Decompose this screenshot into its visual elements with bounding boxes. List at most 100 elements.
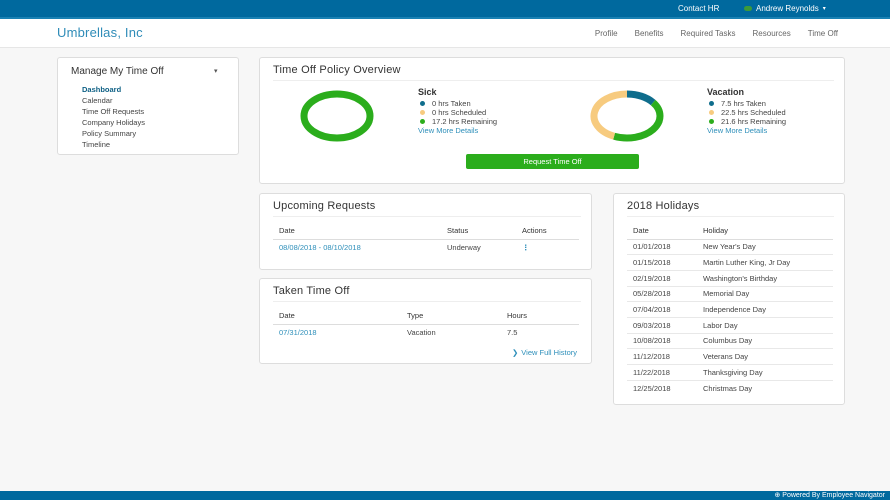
donut-segment-remaining (613, 99, 664, 142)
table-row: 02/19/2018 Washington's Birthday (627, 270, 833, 287)
panel-title: Upcoming Requests (273, 200, 376, 212)
sidebar-item-dashboard[interactable]: Dashboard (82, 84, 145, 95)
holiday-name: Christmas Day (703, 383, 753, 393)
table-row: 12/25/2018 Christmas Day (627, 380, 833, 396)
holiday-date: 09/03/2018 (627, 317, 697, 334)
holiday-name: Thanksgiving Day (697, 364, 833, 381)
table-row: 08/08/2018 - 08/10/2018 Underway ⋮ (273, 239, 579, 255)
user-menu[interactable]: Andrew Reynolds ▾ (744, 4, 826, 13)
holiday-date: 05/28/2018 (627, 286, 697, 303)
sick-legend: Sick 0 hrs Taken 0 hrs Scheduled 17.2 hr… (418, 87, 497, 135)
view-full-history-link[interactable]: ❯ View Full History (512, 348, 577, 357)
column-header: Hours (501, 307, 579, 325)
vacation-donut-chart (590, 90, 664, 142)
column-header: Status (441, 222, 516, 240)
column-header: Date (273, 307, 401, 325)
policy-overview-panel: Time Off Policy Overview Sick 0 hrs Take… (259, 57, 845, 184)
table-row: 05/28/2018 Memorial Day (627, 286, 833, 303)
sidebar-item-company-holidays[interactable]: Company Holidays (82, 117, 145, 128)
nav-item-required-tasks[interactable]: Required Tasks (681, 29, 736, 38)
divider (273, 216, 581, 217)
holiday-date: 07/04/2018 (627, 301, 697, 318)
holiday-name: Columbus Day (697, 333, 833, 350)
holiday-date: 01/15/2018 (627, 254, 697, 271)
upcoming-requests-panel: Upcoming Requests Date Status Actions 08… (259, 193, 592, 270)
company-brand[interactable]: Umbrellas, Inc (57, 25, 143, 40)
sidebar-menu: Dashboard Calendar Time Off Requests Com… (82, 84, 145, 150)
table-row: 09/03/2018 Labor Day (627, 317, 833, 334)
chevron-down-icon[interactable]: ▾ (214, 67, 218, 75)
holiday-name: Washington's Birthday (697, 270, 833, 287)
divider (627, 216, 834, 217)
user-name: Andrew Reynolds (756, 4, 819, 13)
donut-segment-scheduled (590, 90, 628, 140)
request-status: Underway (447, 242, 481, 252)
legend-taken: 7.5 hrs Taken (707, 99, 786, 108)
legend-taken: 0 hrs Taken (418, 99, 497, 108)
column-header: Date (627, 222, 697, 240)
time-off-sidebar: Manage My Time Off ▾ Dashboard Calendar … (57, 57, 239, 155)
column-header: Actions (516, 222, 579, 240)
taken-date-link[interactable]: 07/31/2018 (273, 324, 401, 340)
legend-remaining: 21.6 hrs Remaining (707, 117, 786, 126)
remaining-dot-icon (709, 119, 714, 124)
sidebar-item-policy-summary[interactable]: Policy Summary (82, 128, 145, 139)
table-header-row: Date Type Hours (273, 307, 579, 325)
donut-segment-remaining (300, 90, 374, 142)
panel-title: Time Off Policy Overview (273, 64, 401, 76)
scheduled-dot-icon (420, 110, 425, 115)
view-more-details-link[interactable]: View More Details (707, 126, 786, 135)
holiday-name: Veterans Day (697, 348, 833, 365)
sidebar-item-timeline[interactable]: Timeline (82, 139, 145, 150)
request-time-off-button[interactable]: Request Time Off (466, 154, 639, 169)
scheduled-label: 22.5 hrs Scheduled (721, 108, 786, 117)
holiday-name: Martin Luther King, Jr Day (697, 254, 833, 271)
policy-name: Sick (418, 87, 437, 97)
divider (273, 301, 581, 302)
sidebar-item-time-off-requests[interactable]: Time Off Requests (82, 106, 145, 117)
taken-dot-icon (709, 101, 714, 106)
holiday-date: 12/25/2018 (633, 383, 671, 393)
table-row: 11/12/2018 Veterans Day (627, 348, 833, 365)
table-row: 10/08/2018 Columbus Day (627, 333, 833, 350)
sidebar-title[interactable]: Manage My Time Off (71, 66, 164, 77)
scheduled-dot-icon (709, 110, 714, 115)
powered-by-link[interactable]: ⊕ Powered By Employee Navigator (774, 491, 885, 499)
table-header-row: Date Holiday (627, 222, 833, 240)
vacation-legend: Vacation 7.5 hrs Taken 22.5 hrs Schedule… (707, 87, 786, 135)
legend-scheduled: 0 hrs Scheduled (418, 108, 497, 117)
more-actions-icon[interactable]: ⋮ (522, 243, 530, 252)
nav-item-resources[interactable]: Resources (753, 29, 791, 38)
chevron-right-icon: ❯ (511, 348, 519, 357)
holiday-date: 02/19/2018 (627, 270, 697, 287)
nav-item-profile[interactable]: Profile (595, 29, 618, 38)
holidays-table: Date Holiday 01/01/2018 New Year's Day 01/… (627, 222, 833, 396)
table-row: 01/15/2018 Martin Luther King, Jr Day (627, 254, 833, 271)
holiday-name: Independence Day (697, 301, 833, 318)
scheduled-label: 0 hrs Scheduled (432, 108, 487, 117)
top-bar: Contact HR Andrew Reynolds ▾ (0, 0, 890, 19)
holiday-date: 11/22/2018 (627, 364, 697, 381)
contact-hr-link[interactable]: Contact HR (678, 4, 719, 13)
upcoming-requests-table: Date Status Actions 08/08/2018 - 08/10/2… (273, 222, 579, 255)
nav-item-benefits[interactable]: Benefits (635, 29, 664, 38)
holiday-date: 11/12/2018 (627, 348, 697, 365)
request-date-link[interactable]: 08/08/2018 - 08/10/2018 (273, 239, 441, 255)
taken-time-off-panel: Taken Time Off Date Type Hours 07/31/201… (259, 278, 592, 364)
taken-dot-icon (420, 101, 425, 106)
legend-remaining: 17.2 hrs Remaining (418, 117, 497, 126)
table-header-row: Date Status Actions (273, 222, 579, 240)
holiday-name: New Year's Day (697, 239, 833, 256)
remaining-dot-icon (420, 119, 425, 124)
chevron-down-icon: ▾ (822, 6, 826, 12)
holiday-name: Labor Day (697, 317, 833, 334)
table-row: 01/01/2018 New Year's Day (627, 239, 833, 256)
panel-title: Taken Time Off (273, 285, 350, 297)
nav-item-time-off[interactable]: Time Off (808, 29, 838, 38)
sidebar-item-calendar[interactable]: Calendar (82, 95, 145, 106)
taken-label: 7.5 hrs Taken (721, 99, 766, 108)
remaining-label: 17.2 hrs Remaining (432, 117, 498, 126)
taken-time-off-table: Date Type Hours 07/31/2018 Vacation 7.5 (273, 307, 579, 340)
holiday-date: 10/08/2018 (627, 333, 697, 350)
view-more-details-link[interactable]: View More Details (418, 126, 497, 135)
